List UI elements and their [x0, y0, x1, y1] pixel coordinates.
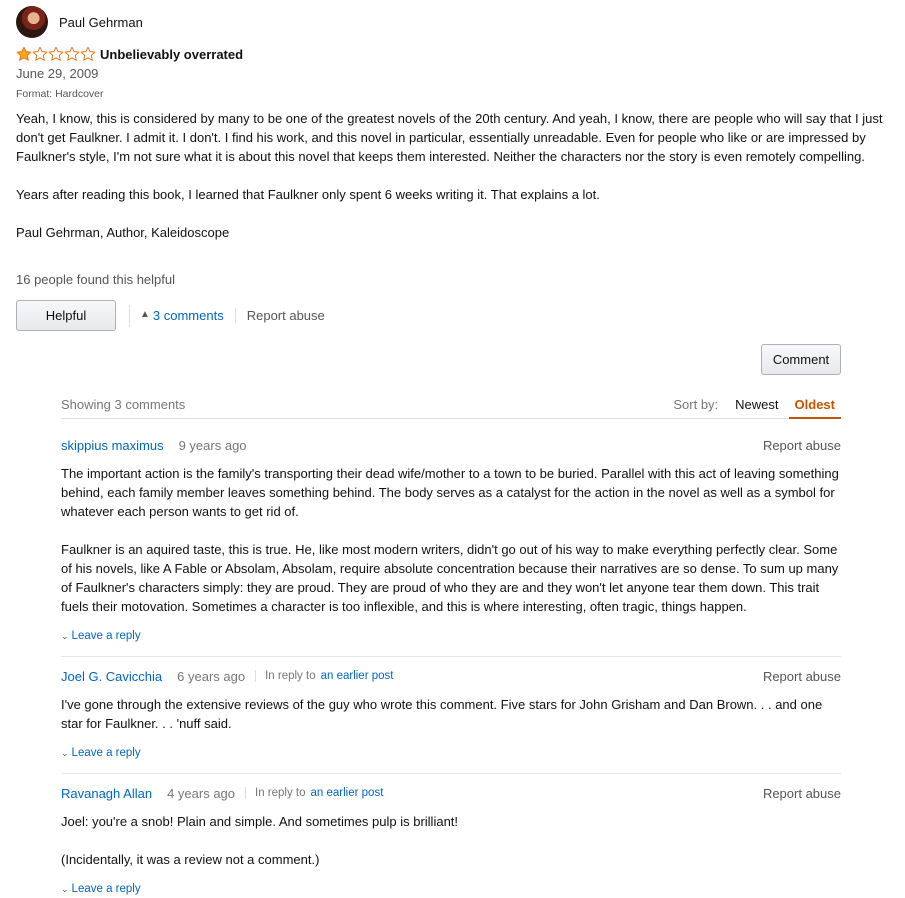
- comment-report-abuse[interactable]: Report abuse: [763, 438, 841, 453]
- sort-oldest-tab[interactable]: Oldest: [788, 392, 841, 419]
- comments-toggle[interactable]: ▲ 3 comments: [140, 308, 224, 323]
- in-reply-to: In reply to an earlier post: [255, 670, 393, 682]
- comment-age: 4 years ago: [167, 785, 236, 801]
- comments-link-label: 3 comments: [152, 308, 224, 323]
- in-reply-to-label: In reply to: [265, 670, 316, 682]
- review-signature: Paul Gehrman, Author, Kaleidoscope: [16, 225, 230, 240]
- comment-paragraph: I've gone through the extensive reviews …: [61, 697, 823, 731]
- comment: Joel G. Cavicchia 6 years ago In reply t…: [61, 666, 841, 760]
- chevron-down-icon: ⌄: [61, 747, 69, 758]
- review-title[interactable]: Unbelievably overrated: [100, 47, 243, 62]
- leave-reply-label: Leave a reply: [71, 630, 141, 642]
- in-reply-to-label: In reply to: [255, 787, 306, 799]
- review-paragraph: Years after reading this book, I learned…: [16, 187, 600, 202]
- rating-row: Unbelievably overrated: [16, 46, 243, 62]
- comment-button[interactable]: Comment: [761, 344, 841, 375]
- comment-report-abuse[interactable]: Report abuse: [763, 786, 841, 801]
- comment-author[interactable]: Joel G. Cavicchia: [61, 669, 162, 684]
- avatar[interactable]: [16, 6, 48, 38]
- comment-age: 9 years ago: [178, 437, 247, 453]
- comment-paragraph: (Incidentally, it was a review not a com…: [61, 852, 320, 867]
- review-actions: Helpful ▲ 3 comments Report abuse: [16, 300, 325, 331]
- comment-paragraph: Faulkner is an aquired taste, this is tr…: [61, 542, 839, 614]
- comment-divider: [61, 656, 841, 657]
- helpful-count: 16 people found this helpful: [16, 272, 176, 287]
- comment: skippius maximus 9 years ago Report abus…: [61, 435, 841, 643]
- earlier-post-link[interactable]: an earlier post: [321, 670, 394, 682]
- sort-newest-tab[interactable]: Newest: [729, 392, 784, 417]
- comment: Ravanagh Allan 4 years ago In reply to an…: [61, 783, 841, 896]
- comment-header: Ravanagh Allan 4 years ago In reply to an…: [61, 783, 841, 803]
- star-rating: [16, 46, 96, 62]
- comment-author[interactable]: Ravanagh Allan: [61, 786, 152, 801]
- comment-report-abuse[interactable]: Report abuse: [763, 669, 841, 684]
- comment-body: Joel: you're a snob! Plain and simple. A…: [61, 812, 841, 869]
- star-icon: [64, 46, 80, 61]
- reviewer-profile[interactable]: Paul Gehrman: [16, 6, 143, 38]
- leave-reply-label: Leave a reply: [71, 747, 141, 759]
- star-icon: [16, 46, 32, 61]
- star-icon: [80, 46, 96, 61]
- comment-header: skippius maximus 9 years ago Report abus…: [61, 435, 841, 455]
- chevron-down-icon: ⌄: [61, 630, 69, 641]
- in-reply-to: In reply to an earlier post: [245, 787, 383, 799]
- report-abuse-link[interactable]: Report abuse: [234, 308, 325, 323]
- star-icon: [32, 46, 48, 61]
- leave-reply-link[interactable]: ⌄ Leave a reply: [61, 883, 841, 895]
- helpful-button[interactable]: Helpful: [16, 300, 116, 331]
- divider: [129, 304, 130, 327]
- comment-divider: [61, 773, 841, 774]
- leave-reply-link[interactable]: ⌄ Leave a reply: [61, 630, 841, 642]
- comment-header: Joel G. Cavicchia 6 years ago In reply t…: [61, 666, 841, 686]
- star-icon: [48, 46, 64, 61]
- comments-header: Showing 3 comments Sort by: Newest Oldes…: [61, 392, 841, 419]
- reviewer-name[interactable]: Paul Gehrman: [59, 15, 143, 30]
- comment-paragraph: Joel: you're a snob! Plain and simple. A…: [61, 814, 459, 829]
- sort-control: Sort by: Newest Oldest: [673, 392, 841, 419]
- showing-count: Showing 3 comments: [61, 397, 186, 412]
- sort-label: Sort by:: [673, 397, 719, 412]
- comment-age: 6 years ago: [177, 668, 246, 684]
- comment-body: The important action is the family's tra…: [61, 464, 841, 616]
- caret-up-icon: ▲: [140, 309, 150, 320]
- leave-reply-label: Leave a reply: [71, 883, 141, 895]
- earlier-post-link[interactable]: an earlier post: [311, 787, 384, 799]
- comment-author[interactable]: skippius maximus: [61, 438, 164, 453]
- comment-body: I've gone through the extensive reviews …: [61, 695, 841, 733]
- leave-reply-link[interactable]: ⌄ Leave a reply: [61, 747, 841, 759]
- review-date: June 29, 2009: [16, 66, 99, 81]
- review-format[interactable]: Format: Hardcover: [16, 88, 104, 100]
- comment-paragraph: The important action is the family's tra…: [61, 466, 839, 519]
- review-body: Yeah, I know, this is considered by many…: [16, 109, 884, 242]
- review-paragraph: Yeah, I know, this is considered by many…: [16, 111, 883, 164]
- chevron-down-icon: ⌄: [61, 883, 69, 894]
